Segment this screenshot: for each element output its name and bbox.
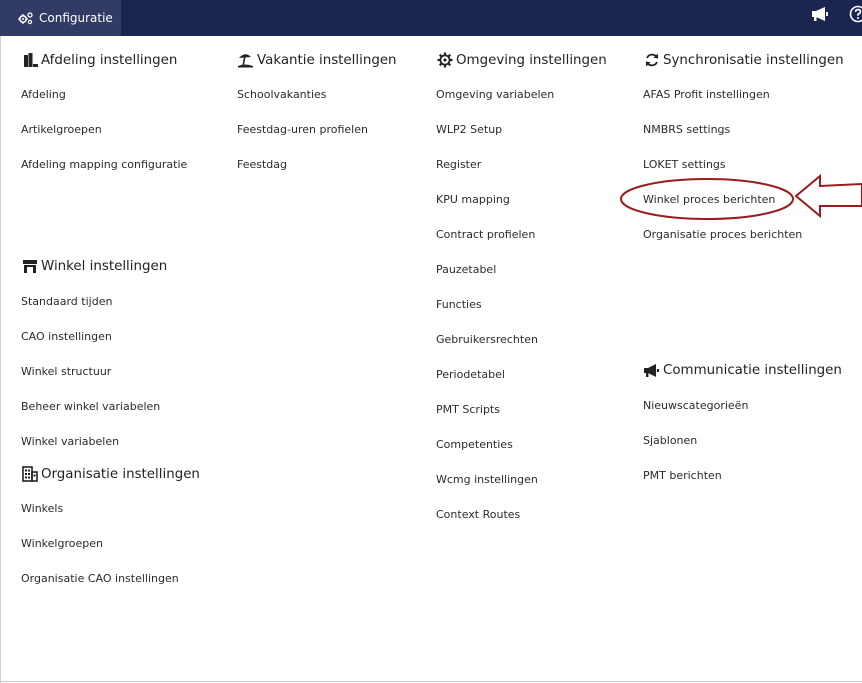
bottom-border [0,681,862,682]
heading-synchronisatie-instellingen: Synchronisatie instellingen [643,52,844,68]
gear-icon [436,52,453,68]
link-artikelgroepen[interactable]: Artikelgroepen [21,123,102,137]
link-nmbrs-settings[interactable]: NMBRS settings [643,123,730,137]
tab-configuratie-label: Configuratie [39,11,113,25]
building-icon [21,466,38,482]
link-organisatie-proces-berichten[interactable]: Organisatie proces berichten [643,228,802,242]
link-sjablonen[interactable]: Sjablonen [643,434,697,448]
heading-afdeling-instellingen: Afdeling instellingen [21,52,177,68]
link-functies[interactable]: Functies [436,298,482,312]
link-feestdag-uren-profielen[interactable]: Feestdag-uren profielen [237,123,368,137]
link-register[interactable]: Register [436,158,481,172]
link-competenties[interactable]: Competenties [436,438,513,452]
link-periodetabel[interactable]: Periodetabel [436,368,505,382]
heading-label: Afdeling instellingen [41,52,178,68]
beach-icon [237,52,254,68]
link-pmt-scripts[interactable]: PMT Scripts [436,403,500,417]
heading-organisatie-instellingen: Organisatie instellingen [21,466,200,482]
heading-winkel-instellingen: Winkel instellingen [21,259,167,274]
link-pauzetabel[interactable]: Pauzetabel [436,263,496,277]
help-icon[interactable] [849,5,862,23]
gears-icon [18,12,33,25]
top-navbar: Configuratie [0,0,862,36]
panel-border [0,36,1,683]
link-kpu-mapping[interactable]: KPU mapping [436,193,510,207]
link-wcmg-instellingen[interactable]: Wcmg instellingen [436,473,538,487]
heading-label: Omgeving instellingen [456,52,607,68]
link-winkel-variabelen[interactable]: Winkel variabelen [21,435,119,449]
link-contract-profielen[interactable]: Contract profielen [436,228,535,242]
link-pmt-berichten[interactable]: PMT berichten [643,469,722,483]
link-standaard-tijden[interactable]: Standaard tijden [21,295,112,309]
link-feestdag[interactable]: Feestdag [237,158,287,172]
link-cao-instellingen[interactable]: CAO instellingen [21,330,112,344]
heading-communicatie-instellingen: Communicatie instellingen [643,363,842,378]
heading-label: Winkel instellingen [41,259,168,274]
heading-omgeving-instellingen: Omgeving instellingen [436,52,607,68]
link-winkel-structuur[interactable]: Winkel structuur [21,365,111,379]
annotation-arrow [794,174,862,218]
link-gebruikersrechten[interactable]: Gebruikersrechten [436,333,538,347]
books-icon [21,52,38,68]
megaphone-icon[interactable] [811,5,829,23]
heading-label: Synchronisatie instellingen [663,52,844,68]
heading-vakantie-instellingen: Vakantie instellingen [237,52,397,68]
sync-icon [643,52,660,68]
link-afas-profit-instellingen[interactable]: AFAS Profit instellingen [643,88,770,102]
link-winkelgroepen[interactable]: Winkelgroepen [21,537,103,551]
annotation-ellipse [620,178,794,220]
heading-label: Vakantie instellingen [257,52,397,68]
megaphone-icon [643,363,660,378]
link-nieuwscategorieen[interactable]: Nieuwscategorieën [643,399,748,413]
link-organisatie-cao-instellingen[interactable]: Organisatie CAO instellingen [21,572,179,586]
link-loket-settings[interactable]: LOKET settings [643,158,726,172]
link-schoolvakanties[interactable]: Schoolvakanties [237,88,327,102]
link-winkels[interactable]: Winkels [21,502,63,516]
heading-label: Communicatie instellingen [663,363,842,378]
heading-label: Organisatie instellingen [41,466,200,482]
link-beheer-winkel-variabelen[interactable]: Beheer winkel variabelen [21,400,160,414]
link-afdeling[interactable]: Afdeling [21,88,66,102]
link-afdeling-mapping-configuratie[interactable]: Afdeling mapping configuratie [21,158,187,172]
link-omgeving-variabelen[interactable]: Omgeving variabelen [436,88,554,102]
link-context-routes[interactable]: Context Routes [436,508,520,522]
store-icon [21,259,38,274]
tab-configuratie[interactable]: Configuratie [0,0,121,36]
link-wlp2-setup[interactable]: WLP2 Setup [436,123,502,137]
